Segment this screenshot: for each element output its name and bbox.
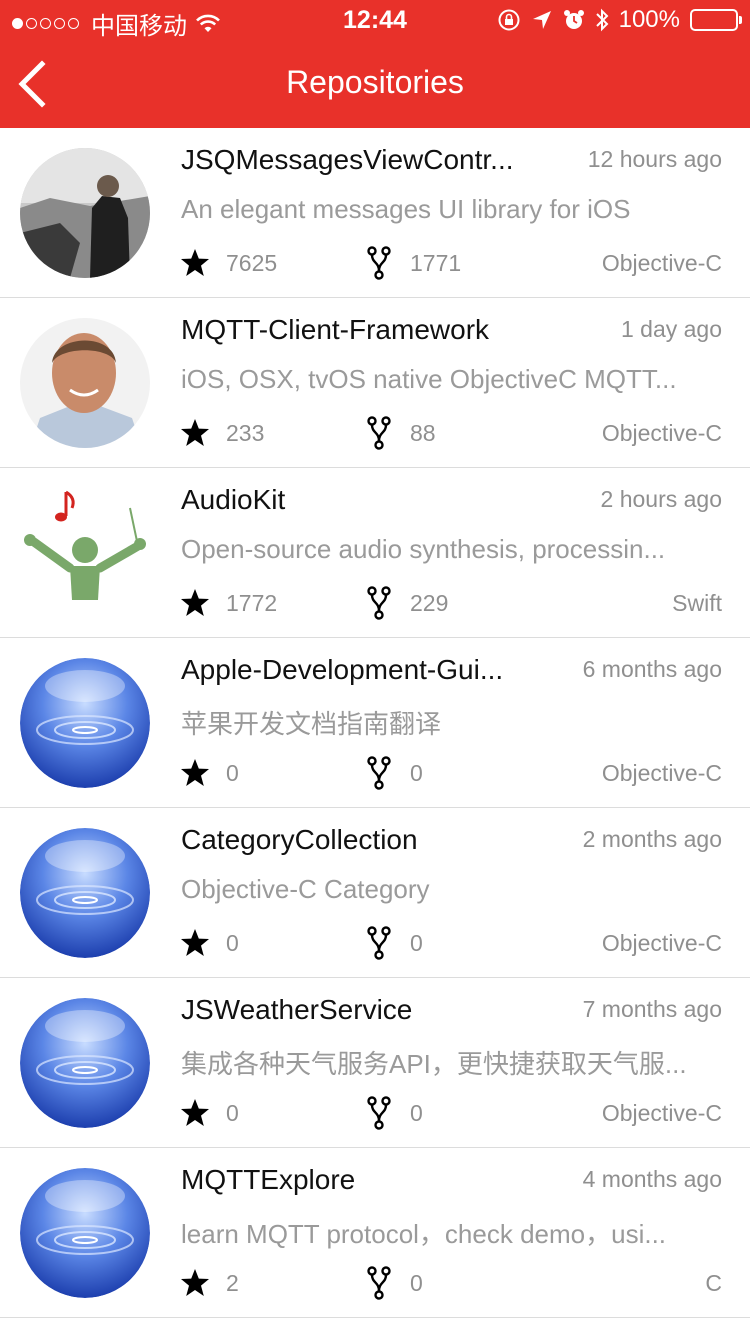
repo-language: Swift [672, 590, 722, 616]
repo-name[interactable]: JSQMessagesViewContr... [181, 144, 551, 176]
repo-language: C [705, 1270, 722, 1296]
water-sphere-icon [20, 1168, 150, 1298]
star-count: 7625 [226, 250, 278, 276]
star-icon [181, 1099, 209, 1126]
fork-icon [367, 1096, 391, 1130]
repo-description: 苹果开发文档指南翻译 [181, 709, 442, 739]
repo-description: Objective-C Category [181, 874, 430, 904]
audiokit-logo-icon [20, 488, 150, 618]
avatar [20, 148, 150, 278]
avatar [20, 318, 150, 448]
fork-icon [367, 246, 391, 280]
navigation-header: 中国移动 12:44 100% Repositories [0, 0, 750, 128]
battery-icon [690, 9, 742, 31]
repo-row[interactable]: AudioKit 2 hours ago Open-source audio s… [0, 468, 750, 638]
star-icon [181, 1269, 209, 1296]
repo-row[interactable]: CategoryCollection 2 months ago Objectiv… [0, 808, 750, 978]
star-icon [181, 589, 209, 616]
repo-name[interactable]: CategoryCollection [181, 824, 551, 856]
fork-count: 88 [410, 420, 436, 446]
fork-icon [367, 926, 391, 960]
repo-updated-time: 7 months ago [582, 996, 722, 1022]
repo-language: Objective-C [601, 930, 722, 956]
fork-icon [367, 756, 391, 790]
photo-man-outdoors-icon [20, 148, 150, 278]
star-count: 0 [226, 760, 239, 786]
repo-name[interactable]: MQTT-Client-Framework [181, 314, 551, 346]
repo-description: Open-source audio synthesis, processin..… [181, 534, 666, 564]
fork-count: 0 [410, 1100, 423, 1126]
repo-name[interactable]: AudioKit [181, 484, 551, 516]
repository-list: JSQMessagesViewContr... 12 hours ago An … [0, 128, 750, 1318]
repo-updated-time: 1 day ago [620, 316, 722, 342]
star-icon [181, 419, 209, 446]
fork-count: 0 [410, 760, 423, 786]
repo-name[interactable]: JSWeatherService [181, 994, 551, 1026]
repo-updated-time: 6 months ago [582, 656, 722, 682]
star-count: 0 [226, 1100, 239, 1126]
location-arrow-icon [532, 11, 551, 29]
star-count: 0 [226, 930, 239, 956]
page-title: Repositories [286, 64, 464, 100]
fork-count: 0 [410, 930, 423, 956]
repo-language: Objective-C [601, 250, 722, 276]
repo-row[interactable]: MQTT-Client-Framework 1 day ago iOS, OSX… [0, 298, 750, 468]
fork-icon [367, 586, 391, 620]
status-bar: 中国移动 12:44 100% [0, 0, 750, 40]
repo-language: Objective-C [601, 760, 722, 786]
water-sphere-icon [20, 828, 150, 958]
repo-row[interactable]: MQTTExplore 4 months ago learn MQTT prot… [0, 1148, 750, 1318]
avatar [20, 1168, 150, 1298]
star-count: 1772 [226, 590, 278, 616]
avatar [20, 998, 150, 1128]
repo-updated-time: 4 months ago [582, 1166, 722, 1192]
repo-row[interactable]: Apple-Development-Gui... 6 months ago 苹果… [0, 638, 750, 808]
star-count: 233 [226, 420, 265, 446]
repo-description: 集成各种天气服务API，更快捷获取天气服... [181, 1049, 687, 1079]
fork-icon [367, 416, 391, 450]
star-count: 2 [226, 1270, 239, 1296]
fork-count: 1771 [410, 250, 462, 276]
repo-description: learn MQTT protocol，check demo，usi... [181, 1219, 667, 1249]
repo-description: An elegant messages UI library for iOS [181, 194, 631, 224]
repo-language: Objective-C [601, 420, 722, 446]
fork-count: 0 [410, 1270, 423, 1296]
avatar [20, 658, 150, 788]
fork-count: 229 [410, 590, 449, 616]
repo-updated-time: 12 hours ago [587, 146, 722, 172]
avatar [20, 828, 150, 958]
fork-icon [367, 1266, 391, 1300]
star-icon [181, 929, 209, 956]
water-sphere-icon [20, 998, 150, 1128]
battery-percent: 100% [618, 6, 680, 33]
status-right: 100% [497, 6, 742, 34]
repo-updated-time: 2 months ago [582, 826, 722, 852]
water-sphere-icon [20, 658, 150, 788]
bluetooth-icon [595, 8, 609, 32]
repo-row[interactable]: JSQMessagesViewContr... 12 hours ago An … [0, 128, 750, 298]
repo-description: iOS, OSX, tvOS native ObjectiveC MQTT... [181, 364, 677, 394]
alarm-clock-icon [563, 10, 584, 29]
star-icon [181, 249, 209, 276]
avatar [20, 488, 150, 618]
repo-language: Objective-C [601, 1100, 722, 1126]
repo-updated-time: 2 hours ago [600, 486, 722, 512]
repo-row[interactable]: JSWeatherService 7 months ago 集成各种天气服务AP… [0, 978, 750, 1148]
repo-name[interactable]: Apple-Development-Gui... [181, 654, 551, 686]
orientation-lock-icon [498, 9, 520, 31]
repo-name[interactable]: MQTTExplore [181, 1164, 551, 1196]
star-icon [181, 759, 209, 786]
photo-man-portrait-icon [20, 318, 150, 448]
